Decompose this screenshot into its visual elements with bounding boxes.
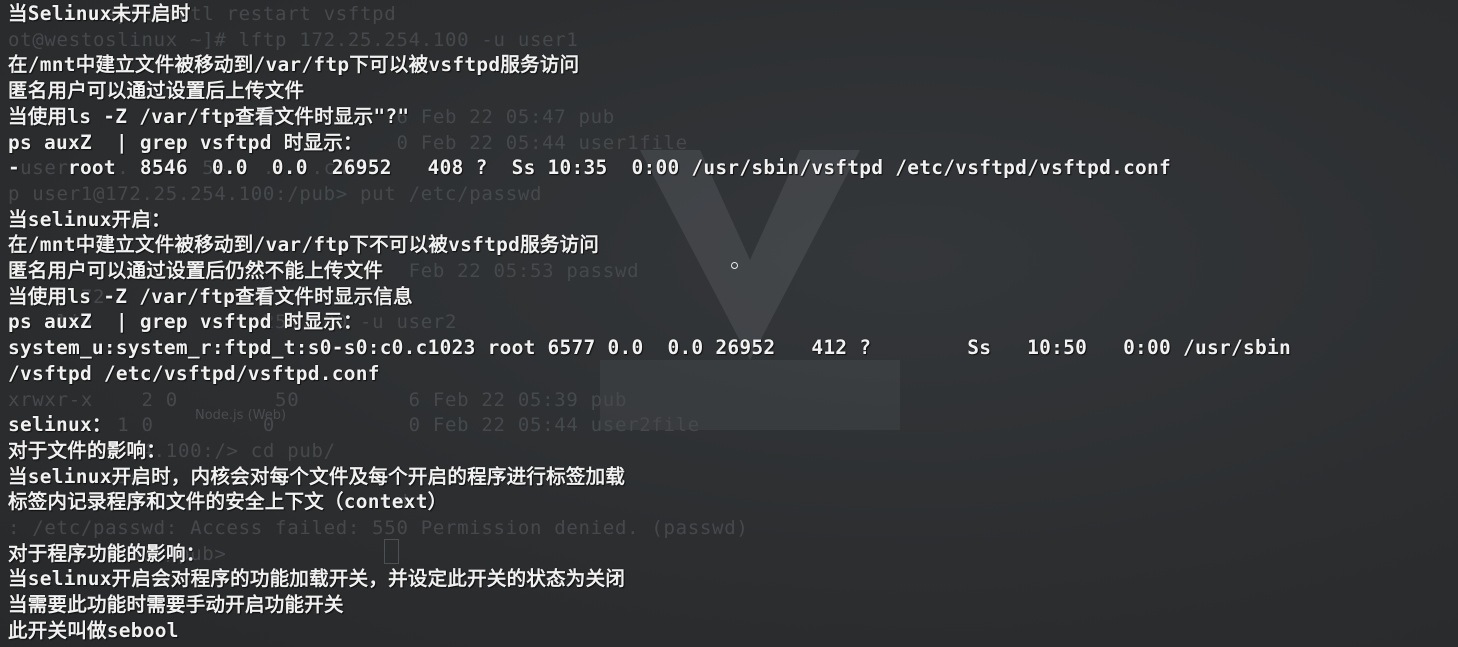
annotation-line: 当使用ls -Z /var/ftp查看文件时显示信息 <box>8 284 413 308</box>
annotation-line: 当selinux开启时，内核会对每个文件及每个开启的程序进行标签加载 <box>8 464 626 488</box>
annotation-line: 匿名用户可以通过设置后上传文件 <box>8 79 305 103</box>
annotation-line: system_u:system_r:ftpd_t:s0-s0:c0.c1023 … <box>8 336 1291 360</box>
annotation-line: 此开关叫做sebool <box>8 618 179 642</box>
annotation-line: 当Selinux未开启时 <box>8 2 191 25</box>
small-circle-icon <box>731 262 738 269</box>
annotation-line: ps auxZ | grep vsftpd 时显示： <box>8 130 363 154</box>
terminal-screen[interactable]: . systemctl restart vsftpd ot@westoslinux… <box>0 0 1458 647</box>
annotation-text-overlay: 当Selinux未开启时在/mnt中建立文件被移动到/var/ftp下可以被vs… <box>0 0 1458 647</box>
annotation-line: selinux： <box>8 413 112 437</box>
annotation-line: - root 8546 0.0 0.0 26952 408 ? Ss 10:35… <box>8 156 1172 180</box>
annotation-line: 对于文件的影响： <box>8 438 167 462</box>
annotation-line: 在/mnt中建立文件被移动到/var/ftp下不可以被vsftpd服务访问 <box>8 233 600 257</box>
annotation-line: 标签内记录程序和文件的安全上下文（context） <box>8 490 448 514</box>
annotation-line: 当需要此功能时需要手动开启功能开关 <box>8 593 344 617</box>
annotation-line: 当使用ls -Z /var/ftp查看文件时显示"?" <box>8 104 410 128</box>
annotation-line: /vsftpd /etc/vsftpd/vsftpd.conf <box>8 361 380 385</box>
annotation-line: ps auxZ | grep vsftpd 时显示： <box>8 310 363 334</box>
annotation-line: 对于程序功能的影响： <box>8 541 206 565</box>
annotation-line: 在/mnt中建立文件被移动到/var/ftp下可以被vsftpd服务访问 <box>8 53 580 77</box>
annotation-line: 匿名用户可以通过设置后仍然不能上传文件 <box>8 259 384 282</box>
annotation-line: 当selinux开启会对程序的功能加载开关，并设定此开关的状态为关闭 <box>8 567 626 591</box>
annotation-line: 当selinux开启： <box>8 207 171 231</box>
